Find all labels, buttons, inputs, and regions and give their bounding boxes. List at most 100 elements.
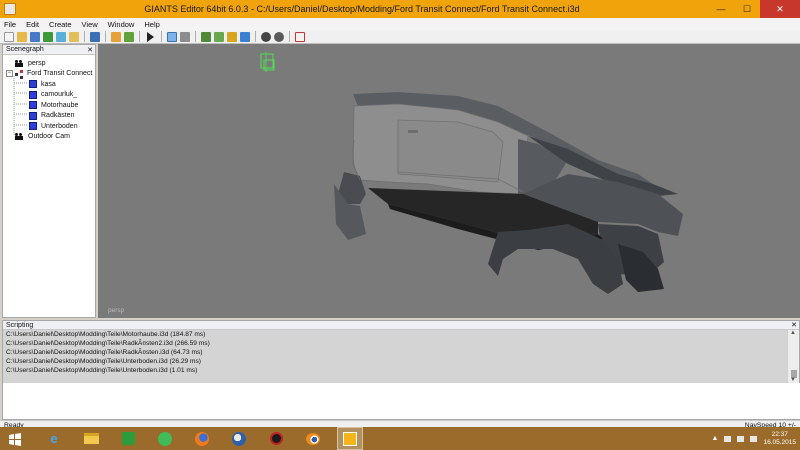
tree-node-camourluk[interactable]: camourluk_ — [3, 90, 95, 101]
tree-node-unterboden[interactable]: Unterboden — [3, 121, 95, 132]
shape-cube-icon — [29, 111, 37, 120]
clock-time: 22:37 — [771, 430, 788, 438]
open-folder-icon[interactable] — [17, 31, 27, 42]
maximize-button[interactable]: ☐ — [734, 0, 760, 18]
import-icon[interactable] — [69, 31, 79, 42]
tree-node-motorhaube[interactable]: Motorhaube — [3, 100, 95, 111]
tree-node-kasa[interactable]: kasa — [3, 79, 95, 90]
windows-taskbar: e ▲ 22:37 16.05.2015 — [0, 427, 800, 450]
toolbar-separator — [161, 31, 162, 42]
volume-icon[interactable] — [737, 435, 745, 442]
scenegraph-title: Scenegraph — [6, 46, 44, 53]
file-explorer-icon[interactable] — [78, 427, 104, 450]
log-line: C:\Users\Daniel\Desktop\Modding\Teile\Ra… — [6, 340, 210, 347]
chat-app-icon[interactable] — [152, 427, 178, 450]
game-app-icon[interactable] — [263, 427, 289, 450]
log-line: C:\Users\Daniel\Desktop\Modding\Teile\Ra… — [6, 349, 203, 356]
tree-node-ford-transit-connect[interactable]: − Ford Transit Connect — [3, 69, 95, 80]
terrain-paint-icon[interactable] — [201, 31, 211, 42]
scroll-up-arrow-icon[interactable]: ▲ — [790, 330, 796, 336]
van-model[interactable] — [98, 44, 800, 318]
tree-node-label: camourluk_ — [41, 91, 78, 99]
script-log: C:\Users\Daniel\Desktop\Modding\Teile\Mo… — [3, 330, 788, 383]
new-file-icon[interactable] — [4, 31, 14, 42]
scripting-header: Scripting ✕ — [3, 321, 799, 330]
viewport-camera-label: persp — [108, 307, 125, 314]
scenegraph-header: Scenegraph ✕ — [3, 45, 95, 55]
log-line: C:\Users\Daniel\Desktop\Modding\Teile\Un… — [6, 367, 198, 374]
show-hidden-icons-icon[interactable]: ▲ — [712, 435, 719, 442]
texture-paint-icon[interactable] — [240, 31, 250, 42]
play-icon[interactable] — [147, 31, 154, 42]
menu-edit[interactable]: Edit — [26, 20, 39, 29]
flag-icon[interactable] — [750, 435, 758, 442]
toolbar-separator — [289, 31, 290, 42]
internet-explorer-icon[interactable]: e — [41, 427, 67, 450]
terrain-height-icon[interactable] — [214, 31, 224, 42]
menu-window[interactable]: Window — [108, 20, 135, 29]
camera-icon — [15, 133, 24, 141]
script-input-area[interactable] — [3, 383, 800, 419]
toolbar-separator — [84, 31, 85, 42]
select-icon[interactable] — [167, 31, 177, 42]
toolbar-separator — [105, 31, 106, 42]
foliage-paint-icon[interactable] — [227, 31, 237, 42]
menu-create[interactable]: Create — [49, 20, 72, 29]
firefox-icon[interactable] — [189, 427, 215, 450]
log-line: C:\Users\Daniel\Desktop\Modding\Teile\Un… — [6, 358, 201, 365]
tree-node-label: Ford Transit Connect — [27, 70, 93, 78]
clock[interactable]: 22:37 16.05.2015 — [763, 431, 796, 447]
thunderbird-icon[interactable] — [226, 427, 252, 450]
close-button[interactable]: ✕ — [760, 0, 800, 18]
system-tray: ▲ 22:37 16.05.2015 — [712, 427, 796, 450]
tree-node-label: Motorhaube — [41, 101, 79, 109]
undo-icon[interactable] — [111, 31, 121, 42]
gear-render-icon[interactable] — [274, 31, 284, 42]
tree-node-label: Unterboden — [41, 122, 78, 130]
windows-logo-icon — [9, 432, 21, 446]
export-icon[interactable] — [90, 31, 100, 42]
save-as-icon[interactable] — [43, 31, 53, 42]
menu-help[interactable]: Help — [144, 20, 159, 29]
gear-settings-icon[interactable] — [261, 31, 271, 42]
tree-node-label: Outdoor Cam — [28, 133, 71, 141]
camera-icon — [15, 59, 24, 67]
blender-icon[interactable] — [300, 427, 326, 450]
toolbar-separator — [195, 31, 196, 42]
title-bar: GIANTS Editor 64bit 6.0.3 - C:/Users/Dan… — [0, 0, 800, 18]
toolbar — [0, 30, 800, 44]
shape-cube-icon — [29, 101, 37, 110]
van-body — [334, 92, 683, 294]
log-line: C:\Users\Daniel\Desktop\Modding\Teile\Mo… — [6, 331, 206, 338]
network-icon[interactable] — [724, 435, 732, 442]
toolbar-separator — [255, 31, 256, 42]
save-icon[interactable] — [30, 31, 40, 42]
tree-node-persp[interactable]: persp — [3, 58, 95, 69]
start-button[interactable] — [0, 427, 30, 450]
magnet-icon[interactable] — [180, 31, 190, 42]
giants-app-icon — [4, 3, 16, 15]
scripting-panel: Scripting ✕ C:\Users\Daniel\Desktop\Modd… — [2, 320, 800, 420]
menu-view[interactable]: View — [82, 20, 98, 29]
light-gizmo-icon[interactable] — [260, 52, 275, 72]
tree-node-label: persp — [28, 59, 46, 67]
scenegraph-close-button[interactable]: ✕ — [87, 46, 93, 54]
script-log-scrollbar[interactable]: ▲ ▼ — [787, 330, 799, 383]
tree-node-radkaesten[interactable]: Radkästen — [3, 111, 95, 122]
store-icon[interactable] — [115, 427, 141, 450]
tree-node-outdoor-cam[interactable]: Outdoor Cam — [3, 132, 95, 143]
scripting-close-button[interactable]: ✕ — [791, 321, 797, 329]
toolbar-separator — [139, 31, 140, 42]
clipboard-icon[interactable] — [295, 31, 305, 42]
minimize-button[interactable]: — — [708, 0, 734, 18]
scripting-title: Scripting — [6, 321, 34, 329]
clock-date: 16.05.2015 — [763, 438, 796, 446]
menu-file[interactable]: File — [4, 20, 16, 29]
tree-node-label: kasa — [41, 80, 56, 88]
3d-viewport[interactable]: persp — [98, 44, 800, 318]
redo-icon[interactable] — [124, 31, 134, 42]
refresh-icon[interactable] — [56, 31, 66, 42]
shape-cube-icon — [29, 122, 37, 131]
collapse-toggle[interactable]: − — [6, 70, 13, 78]
giants-editor-icon[interactable] — [337, 427, 363, 450]
